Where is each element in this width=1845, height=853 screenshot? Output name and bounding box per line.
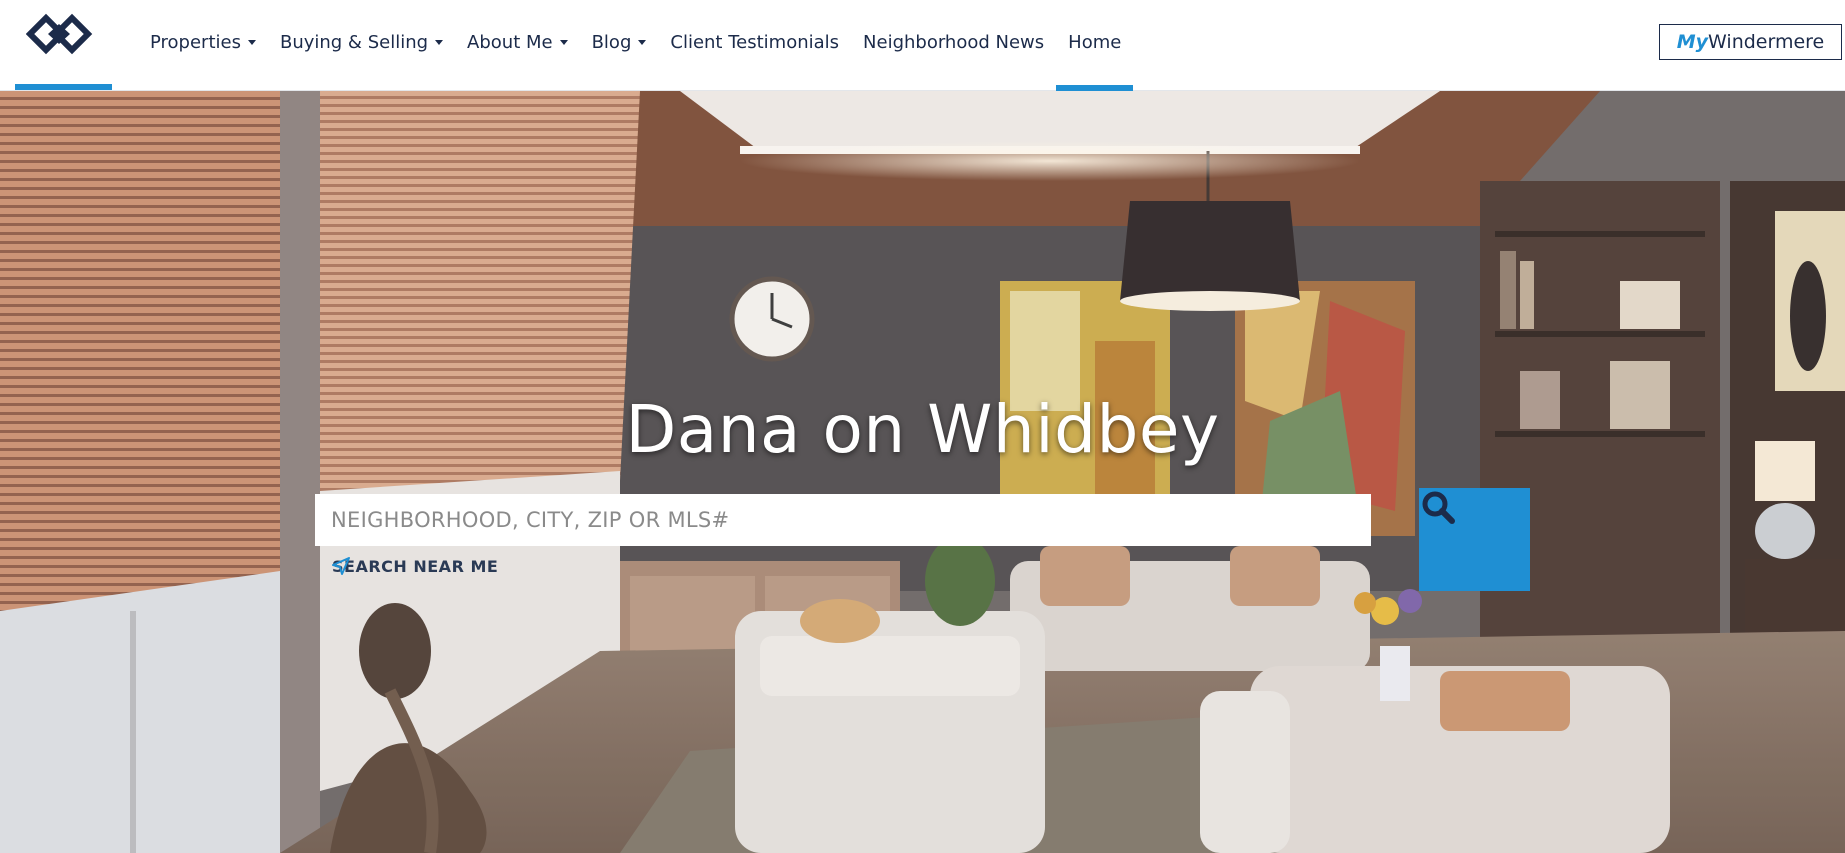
nav-home[interactable]: Home [1056,0,1134,91]
main-nav: Properties Buying & Selling About Me Blo… [138,0,1134,91]
mywindermere-prefix: My [1676,31,1709,53]
caret-down-icon [435,39,444,45]
nav-label: Blog [591,31,632,53]
nav-label: Buying & Selling [279,31,429,53]
nav-label: Neighborhood News [863,31,1045,53]
nav-client-testimonials[interactable]: Client Testimonials [658,0,851,84]
mywindermere-suffix: Windermere [1708,31,1825,53]
near-me-label: SEARCH NEAR ME [332,557,499,576]
nav-label: Client Testimonials [670,31,840,53]
nav-label: Properties [150,31,241,53]
caret-down-icon [559,39,568,45]
hero-background-image [0,91,1845,853]
search-near-me-link[interactable]: SEARCH NEAR ME [332,557,498,576]
hero-title: Dana on Whidbey [625,391,1220,468]
windermere-logo-icon[interactable] [25,12,98,58]
site-header: Properties Buying & Selling About Me Blo… [0,0,1845,91]
nav-label: About Me [467,31,553,53]
nav-properties[interactable]: Properties [138,0,268,84]
search-input[interactable] [315,494,1371,546]
search-icon [1422,491,1455,524]
nav-about-me[interactable]: About Me [455,0,580,84]
nav-buying-selling[interactable]: Buying & Selling [268,0,455,84]
nav-neighborhood-news[interactable]: Neighborhood News [851,0,1056,84]
nav-blog[interactable]: Blog [580,0,659,84]
caret-down-icon [638,39,647,45]
logo-active-indicator [15,84,112,90]
nav-label: Home [1068,31,1122,53]
mywindermere-button[interactable]: My Windermere [1659,24,1842,60]
location-arrow-icon [332,557,350,575]
search-button[interactable] [1419,488,1530,591]
hero-section: Dana on Whidbey SEARCH NEAR ME [0,91,1845,853]
caret-down-icon [247,39,256,45]
